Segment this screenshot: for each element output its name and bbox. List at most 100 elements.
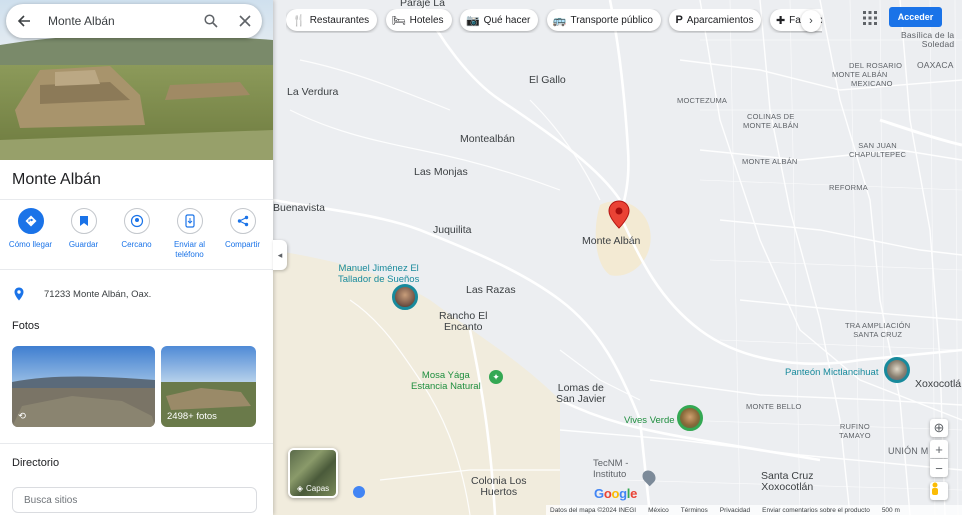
map-label-basilica: Basílica de la Soledad <box>901 30 955 49</box>
map-label-san-juan: SAN JUAN CHAPULTEPEC <box>849 141 907 159</box>
photos-heading: Fotos <box>12 320 40 332</box>
back-button[interactable] <box>6 4 42 38</box>
chips-next-button[interactable]: › <box>801 10 821 32</box>
map-label-moctezuma: MOCTEZUMA <box>677 96 728 105</box>
collapse-panel-button[interactable]: ◂ <box>273 240 287 270</box>
chip-parking[interactable]: P Aparcamientos <box>669 9 762 31</box>
bed-icon: 🛏 <box>391 14 406 27</box>
address-text: 71233 Monte Albán, Oax. <box>44 288 152 300</box>
map-label-rufino: RUFINO TAMAYO <box>839 422 871 440</box>
park-marker-icon[interactable]: ✦ <box>489 370 503 384</box>
send-to-phone-label: Enviar al teléfono <box>173 240 206 259</box>
divider <box>0 269 273 270</box>
parking-icon: P <box>675 14 683 26</box>
location-pin-icon <box>14 287 24 301</box>
minus-icon: − <box>935 460 943 476</box>
map-label-las-razas: Las Razas <box>466 284 516 296</box>
place-panel: Monte Albán Monte Albán Cómo llegar Guar… <box>0 0 273 515</box>
hospital-marker-icon[interactable] <box>353 486 365 498</box>
search-button[interactable] <box>194 4 228 38</box>
chip-transit[interactable]: 🚌 Transporte público <box>546 9 661 31</box>
map-label-monte-alban-small: MONTE ALBÁN <box>742 157 798 166</box>
directory-heading: Directorio <box>12 457 60 469</box>
map-label-union: UNIÓN M <box>888 446 929 456</box>
map-label-xoxocotlan: Xoxocotlá <box>915 378 962 390</box>
360-icon: ⟲ <box>18 411 26 422</box>
camera-icon: 📷 <box>465 14 480 27</box>
action-bar: Cómo llegar Guardar Cercano Enviar al te… <box>0 208 273 260</box>
divider <box>0 199 273 200</box>
poi-label-mosa[interactable]: Mosa Yága Estancia Natural <box>411 370 481 392</box>
save-button[interactable]: Guardar <box>59 208 109 260</box>
directions-icon <box>25 215 36 227</box>
clear-button[interactable] <box>228 4 262 38</box>
poi-label-panteon[interactable]: Panteón Mictlancihuat <box>785 367 878 378</box>
photo-image <box>12 346 155 427</box>
share-icon <box>237 215 248 227</box>
pharmacy-icon: ✚ <box>775 14 786 27</box>
signin-button[interactable]: Acceder <box>889 7 942 27</box>
chip-hotels[interactable]: 🛏 Hoteles <box>385 9 452 31</box>
map-label-colinas: COLINAS DE MONTE ALBÁN <box>743 112 799 130</box>
poi-label-tecnm[interactable]: TecNM - Instituto <box>593 458 628 480</box>
map-label-juquilita: Juquilita <box>433 224 472 236</box>
search-icon <box>204 14 218 28</box>
photo-thumbnail-360[interactable]: ⟲ <box>12 346 155 427</box>
footer-terms[interactable]: Términos <box>681 507 708 514</box>
bus-icon: 🚌 <box>552 14 567 27</box>
zoom-out-button[interactable]: − <box>930 459 948 477</box>
nearby-button[interactable]: Cercano <box>112 208 162 260</box>
footer-country[interactable]: México <box>648 507 669 514</box>
plus-icon: + <box>935 441 943 457</box>
photo-count: 2498+ fotos <box>167 411 217 422</box>
map-label-rosario: DEL ROSARIO <box>849 61 903 70</box>
poi-photo-panteon[interactable] <box>884 357 910 383</box>
share-label: Compartir <box>224 240 261 249</box>
pegman-icon <box>932 482 938 495</box>
chevron-left-icon: ◂ <box>277 249 283 260</box>
footer-privacy[interactable]: Privacidad <box>720 507 750 514</box>
layers-button[interactable]: ◈ Capas <box>288 448 338 498</box>
map-label-monte-bello: MONTE BELLO <box>746 402 802 411</box>
poi-photo-manuel[interactable] <box>392 284 418 310</box>
layers-icon: ◈ <box>296 484 304 493</box>
bookmark-icon <box>79 216 88 226</box>
close-icon <box>239 15 251 27</box>
fork-knife-icon: 🍴 <box>292 14 306 27</box>
directions-label: Cómo llegar <box>8 240 53 249</box>
poi-label-vives[interactable]: Vives Verde <box>624 415 675 426</box>
place-pin-label[interactable]: Monte Albán <box>582 235 640 247</box>
apps-grid-icon[interactable] <box>862 10 878 26</box>
photo-thumbnail-all[interactable]: 2498+ fotos <box>161 346 256 427</box>
place-hero-photo[interactable]: Monte Albán <box>0 0 273 160</box>
map-label-monte-alban-small-2: MONTE ALBÁN <box>832 70 888 79</box>
zoom-in-button[interactable]: + <box>930 440 948 458</box>
place-pin-icon[interactable] <box>608 200 630 230</box>
my-location-button[interactable]: ⊕ <box>930 419 948 437</box>
crosshair-icon: ⊕ <box>933 420 945 435</box>
directions-button[interactable]: Cómo llegar <box>6 208 56 260</box>
map-label-ampliacion: TRA AMPLIACIÓN SANTA CRUZ <box>845 321 911 339</box>
footer-data: Datos del mapa ©2024 INEGI <box>550 506 637 514</box>
share-button[interactable]: Compartir <box>218 208 268 260</box>
street-view-button[interactable] <box>930 482 948 500</box>
map-label-oaxaca: OAXACA <box>917 60 954 70</box>
directory-search-input[interactable]: Busca sitios <box>12 487 257 513</box>
search-input[interactable]: Monte Albán <box>42 14 194 28</box>
address-row[interactable]: 71233 Monte Albán, Oax. <box>0 282 273 306</box>
chip-things-to-do[interactable]: 📷 Qué hacer <box>459 9 539 31</box>
send-to-phone-button[interactable]: Enviar al teléfono <box>165 208 215 260</box>
search-box[interactable]: Monte Albán <box>6 4 262 38</box>
layers-label: Capas <box>306 484 330 493</box>
footer-feedback[interactable]: Enviar comentarios sobre el producto <box>762 507 870 514</box>
save-label: Guardar <box>68 240 99 249</box>
poi-photo-vives[interactable] <box>677 405 703 431</box>
map-label-reforma: REFORMA <box>829 183 868 192</box>
poi-label-manuel[interactable]: Manuel Jiménez El Tallador de Sueños <box>338 263 419 285</box>
map-label-el-gallo: El Gallo <box>529 74 566 86</box>
maps-window: Paraje La El Gallo La Verdura Montealbán… <box>0 0 962 515</box>
footer-scale[interactable]: 500 m <box>882 507 900 514</box>
map-label-la-verdura: La Verdura <box>287 86 339 98</box>
map-footer: Datos del mapa ©2024 INEGI México Términ… <box>546 505 962 515</box>
chip-restaurants[interactable]: 🍴 Restaurantes <box>286 9 378 31</box>
